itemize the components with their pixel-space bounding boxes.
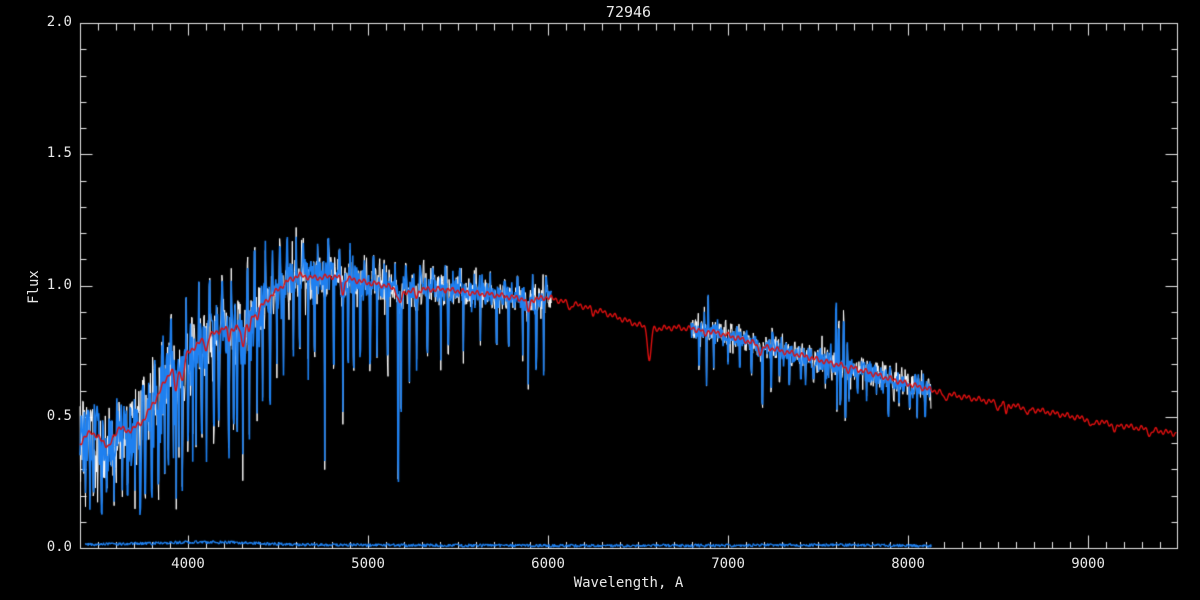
x-axis-label: Wavelength, A [573, 575, 684, 591]
y-tick-label: 2.0 [46, 14, 72, 30]
y-tick-label: 0.5 [46, 407, 72, 424]
x-tick-label: 9000 [1071, 556, 1105, 572]
x-tick-label: 8000 [891, 556, 925, 572]
y-tick-label: 0.0 [46, 539, 72, 555]
x-tick-label: 7000 [711, 556, 745, 572]
spectrum-plot-canvas [0, 0, 1200, 600]
spectrum-figure: 72946 Wavelength, A Flux 4000 5000 6000 700… [0, 0, 1200, 600]
x-tick-label: 6000 [531, 556, 565, 572]
y-tick-label: 1.0 [46, 276, 72, 293]
x-tick-label: 5000 [351, 556, 385, 572]
plot-title: 72946 [605, 3, 652, 21]
x-tick-label: 4000 [171, 556, 205, 572]
y-tick-label: 1.5 [46, 145, 72, 162]
